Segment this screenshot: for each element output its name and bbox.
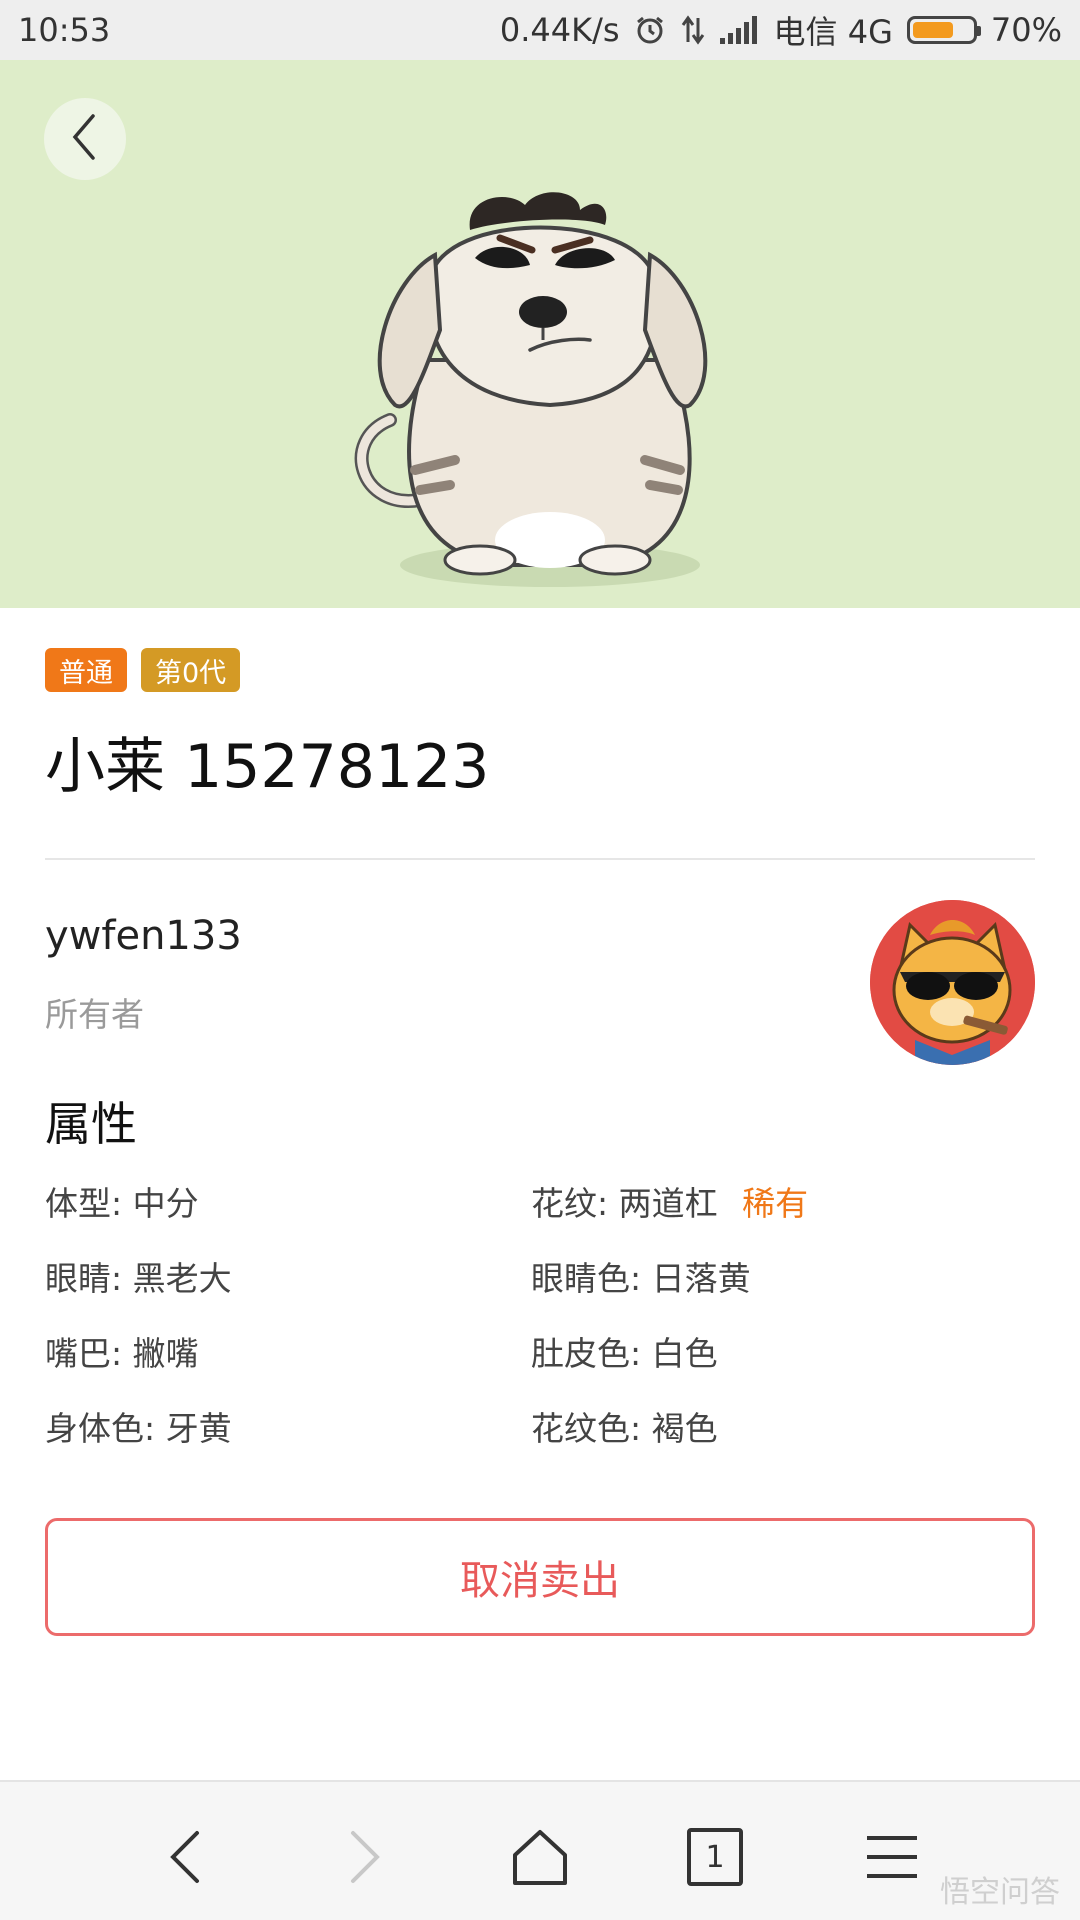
tabs-icon[interactable]: 1 bbox=[675, 1822, 755, 1892]
carrier: 电信 4G bbox=[773, 13, 893, 51]
status-bar: 10:53 0.44K/s 电信 4G 70% bbox=[0, 0, 1080, 60]
attribute-pattern: 花纹: 两道杠 稀有 bbox=[531, 1177, 1017, 1225]
attribute-value: 两道杠 bbox=[618, 1183, 718, 1223]
divider bbox=[45, 858, 1035, 860]
pet-tags: 普通 第0代 bbox=[45, 648, 241, 692]
attribute-label: 身体色: bbox=[45, 1408, 156, 1448]
attribute-label: 肚皮色: bbox=[531, 1333, 642, 1373]
owner-name[interactable]: ywfen133 bbox=[45, 913, 242, 959]
menu-icon[interactable] bbox=[852, 1822, 932, 1892]
attribute-row: 嘴巴: 撇嘴 肚皮色: 白色 bbox=[45, 1313, 1035, 1388]
battery-percent: 70% bbox=[990, 11, 1062, 49]
watermark: 悟空问答 bbox=[940, 1875, 1060, 1910]
status-time: 10:53 bbox=[18, 11, 111, 49]
rare-badge: 稀有 bbox=[742, 1183, 809, 1223]
attributes-grid: 体型: 中分 花纹: 两道杠 稀有 眼睛: 黑老大 眼睛色: 日落黄 嘴巴: 撇… bbox=[45, 1163, 1035, 1463]
attribute-body-type: 体型: 中分 bbox=[45, 1177, 531, 1225]
attribute-value: 褐色 bbox=[651, 1408, 718, 1448]
attribute-label: 花纹: bbox=[531, 1183, 609, 1223]
tag-normal: 普通 bbox=[45, 648, 127, 692]
attribute-eye-color: 眼睛色: 日落黄 bbox=[531, 1252, 1017, 1300]
attributes-heading: 属性 bbox=[45, 1097, 137, 1151]
battery-icon bbox=[906, 16, 981, 44]
attribute-value: 白色 bbox=[651, 1333, 718, 1373]
back-button[interactable] bbox=[44, 98, 126, 180]
tab-count: 1 bbox=[705, 1839, 725, 1875]
status-right: 0.44K/s 电信 4G 70% bbox=[500, 7, 1062, 53]
attribute-eyes: 眼睛: 黑老大 bbox=[45, 1252, 531, 1300]
pet-title: 小莱 15278123 bbox=[45, 732, 490, 802]
attribute-row: 眼睛: 黑老大 眼睛色: 日落黄 bbox=[45, 1238, 1035, 1313]
attribute-value: 牙黄 bbox=[165, 1408, 232, 1448]
chevron-left-icon bbox=[65, 112, 105, 166]
owner-avatar[interactable] bbox=[870, 900, 1035, 1065]
attribute-row: 身体色: 牙黄 花纹色: 褐色 bbox=[45, 1388, 1035, 1463]
tag-generation: 第0代 bbox=[141, 648, 241, 692]
attribute-pattern-color: 花纹色: 褐色 bbox=[531, 1402, 1017, 1450]
attribute-value: 日落黄 bbox=[651, 1258, 751, 1298]
cancel-sale-button[interactable]: 取消卖出 bbox=[45, 1518, 1035, 1636]
data-transfer-icon bbox=[680, 14, 706, 46]
attribute-label: 花纹色: bbox=[531, 1408, 642, 1448]
battery-fill bbox=[912, 22, 954, 38]
attribute-belly-color: 肚皮色: 白色 bbox=[531, 1327, 1017, 1375]
alarm-icon bbox=[634, 14, 666, 46]
pet-hero bbox=[0, 60, 1080, 608]
attribute-label: 嘴巴: bbox=[45, 1333, 123, 1373]
browser-bottom-nav: 1 悟空问答 bbox=[0, 1780, 1080, 1920]
attribute-label: 眼睛色: bbox=[531, 1258, 642, 1298]
network-speed: 0.44K/s bbox=[499, 11, 620, 49]
attribute-label: 眼睛: bbox=[45, 1258, 123, 1298]
attribute-value: 中分 bbox=[132, 1183, 199, 1223]
back-arrow-icon[interactable] bbox=[145, 1822, 225, 1892]
owner-label: 所有者 bbox=[45, 995, 144, 1034]
cat-avatar-icon bbox=[870, 900, 1035, 1065]
attribute-label: 体型: bbox=[45, 1183, 123, 1223]
attribute-mouth: 嘴巴: 撇嘴 bbox=[45, 1327, 531, 1375]
pet-illustration bbox=[354, 192, 708, 587]
attribute-value: 撇嘴 bbox=[132, 1333, 199, 1373]
forward-arrow-icon[interactable] bbox=[325, 1822, 405, 1892]
attribute-body-color: 身体色: 牙黄 bbox=[45, 1402, 531, 1450]
home-icon[interactable] bbox=[500, 1822, 580, 1892]
attribute-row: 体型: 中分 花纹: 两道杠 稀有 bbox=[45, 1163, 1035, 1238]
attribute-value: 黑老大 bbox=[132, 1258, 232, 1298]
signal-icon bbox=[719, 16, 760, 44]
